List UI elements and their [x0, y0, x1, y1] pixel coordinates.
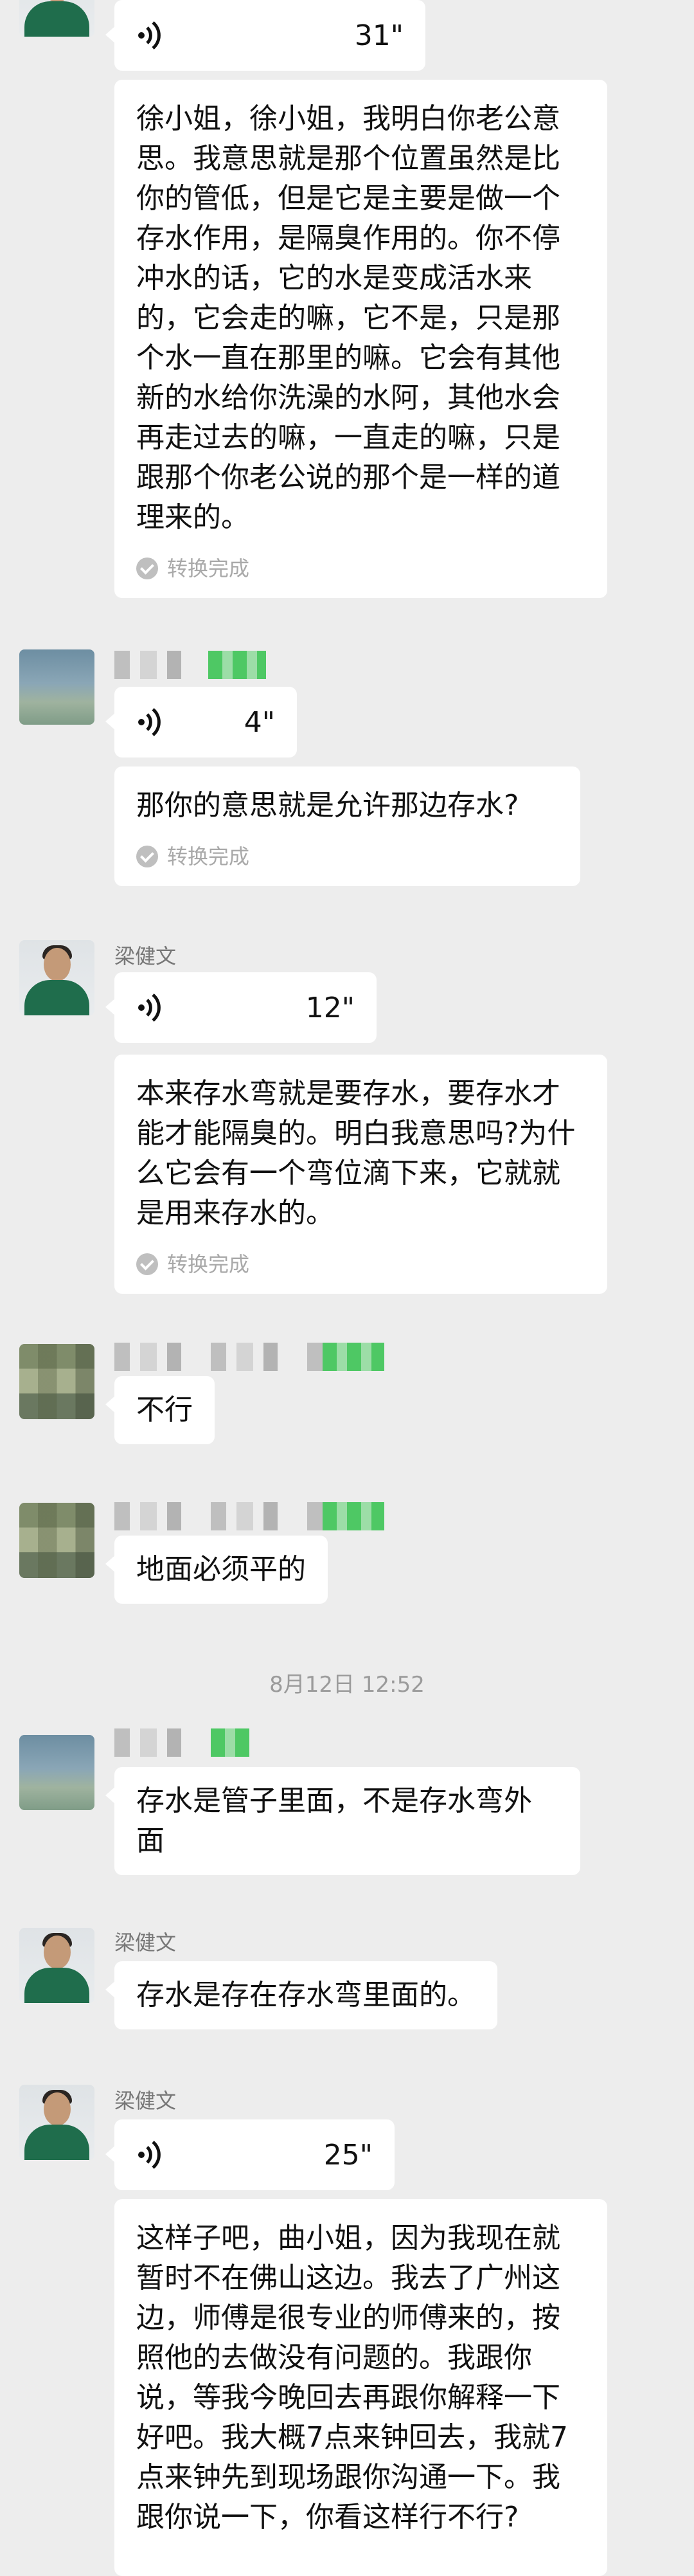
text-message[interactable]: 存水是存在存水弯里面的。: [105, 1961, 497, 2029]
transcription-text: 本来存水弯就是要存水，要存水才能才能隔臭的。明白我意思吗?为什么它会有一个弯位滴…: [136, 1077, 576, 1229]
sender-name-redacted: [114, 1728, 249, 1757]
transcription-bubble[interactable]: 本来存水弯就是要存水，要存水才能才能隔臭的。明白我意思吗?为什么它会有一个弯位滴…: [114, 1055, 607, 1294]
text-message[interactable]: 不行: [105, 1376, 215, 1444]
avatar[interactable]: [19, 0, 94, 37]
transcription-text: 那你的意思就是允许那边存水?: [136, 789, 519, 822]
voice-wave-icon: [136, 706, 163, 738]
voice-wave-icon: [136, 2139, 163, 2171]
voice-duration: 12": [305, 991, 355, 1024]
avatar[interactable]: [19, 2085, 94, 2160]
sender-name: 梁健文: [114, 1930, 177, 1955]
check-circle-icon: [136, 558, 158, 579]
transcription-bubble[interactable]: 那你的意思就是允许那边存水? 转换完成: [114, 766, 580, 886]
avatar[interactable]: [19, 1735, 94, 1810]
avatar[interactable]: [19, 1928, 94, 2003]
transcription-bubble[interactable]: 这样子吧，曲小姐，因为我现在就暂时不在佛山这边。我去了广州这边，师傅是很专业的师…: [114, 2199, 607, 2576]
avatar[interactable]: [19, 940, 94, 1015]
voice-message[interactable]: 12": [105, 972, 377, 1043]
transcription-status: 转换完成: [136, 556, 585, 581]
sender-name-redacted: [114, 651, 266, 679]
voice-message[interactable]: 31": [105, 0, 425, 71]
status-label: 转换完成: [167, 844, 250, 869]
avatar[interactable]: [19, 1344, 94, 1419]
transcription-status: 转换完成: [136, 844, 558, 869]
check-circle-icon: [136, 846, 158, 867]
voice-message[interactable]: 4": [105, 687, 297, 757]
status-label: 转换完成: [167, 1252, 250, 1276]
transcription-bubble[interactable]: 徐小姐，徐小姐，我明白你老公意思。我意思就是那个位置虽然是比你的管低，但是它是主…: [114, 80, 607, 598]
transcription-status: 转换完成: [136, 1251, 585, 1277]
avatar[interactable]: [19, 1503, 94, 1578]
avatar[interactable]: [19, 649, 94, 725]
sender-name: 梁健文: [114, 944, 177, 968]
timestamp: 8月12日 12:52: [269, 1672, 425, 1698]
sender-name: 梁健文: [114, 2089, 177, 2113]
sender-name-redacted: [114, 1343, 384, 1371]
voice-duration: 25": [323, 2138, 373, 2172]
sender-name-redacted: [114, 1502, 384, 1530]
voice-duration: 4": [244, 705, 275, 739]
transcription-text: 这样子吧，曲小姐，因为我现在就暂时不在佛山这边。我去了广州这边，师傅是很专业的师…: [136, 2222, 568, 2534]
voice-wave-icon: [136, 19, 163, 51]
status-label: 转换完成: [167, 556, 250, 581]
voice-wave-icon: [136, 992, 163, 1024]
transcription-text: 徐小姐，徐小姐，我明白你老公意思。我意思就是那个位置虽然是比你的管低，但是它是主…: [136, 102, 560, 534]
text-message[interactable]: 存水是管子里面，不是存水弯外面: [105, 1767, 580, 1875]
text-message[interactable]: 地面必须平的: [105, 1536, 328, 1604]
check-circle-icon: [136, 1253, 158, 1275]
voice-message[interactable]: 25": [105, 2119, 395, 2190]
voice-duration: 31": [354, 19, 404, 52]
